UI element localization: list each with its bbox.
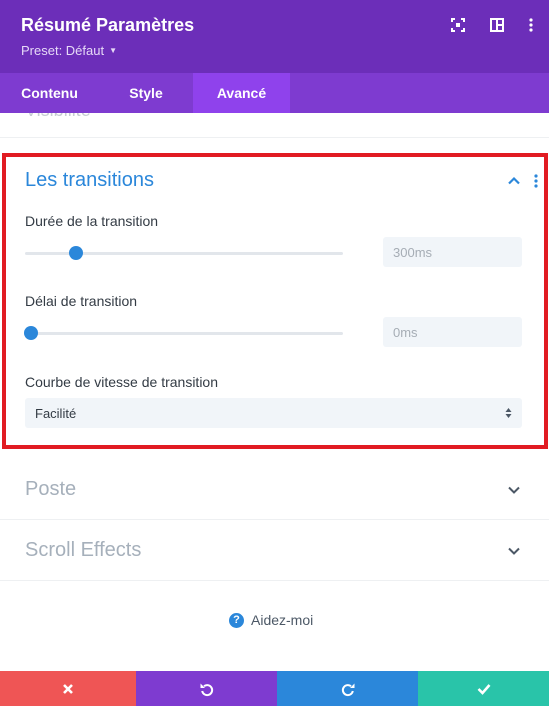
curve-select[interactable]: Facilité	[25, 398, 522, 428]
chevron-down-icon[interactable]	[506, 482, 522, 498]
delay-label: Délai de transition	[25, 293, 138, 309]
modal-header: Résumé Paramètres Preset: Défaut ▼	[0, 0, 549, 73]
footer-actions	[0, 671, 549, 706]
chevron-down-icon[interactable]	[506, 543, 522, 559]
close-icon	[63, 683, 73, 694]
tab-style[interactable]: Style	[99, 73, 193, 113]
section-title-scroll-effects[interactable]: Scroll Effects	[25, 539, 141, 562]
duration-slider[interactable]	[25, 246, 343, 260]
select-arrows-icon	[505, 407, 512, 419]
curve-label: Courbe de vitesse de transition	[25, 374, 218, 390]
redo-button[interactable]	[277, 671, 418, 706]
preset-selector[interactable]: Preset: Défaut ▼	[21, 43, 117, 58]
section-title-position[interactable]: Poste	[25, 478, 76, 501]
delay-slider[interactable]	[24, 326, 343, 340]
more-options-icon[interactable]	[523, 17, 539, 33]
check-icon	[477, 683, 490, 695]
question-icon: ?	[229, 612, 244, 628]
preset-label: Preset: Défaut	[21, 43, 105, 58]
undo-icon	[200, 683, 213, 696]
delay-input[interactable]: 0ms	[383, 317, 522, 347]
tab-advanced[interactable]: Avancé	[193, 73, 290, 113]
caret-down-icon: ▼	[109, 45, 118, 55]
curve-select-value: Facilité	[35, 405, 77, 421]
divider	[0, 519, 549, 520]
redo-icon	[341, 683, 354, 696]
section-options-icon[interactable]	[533, 173, 539, 189]
help-label: Aidez-moi	[251, 612, 314, 628]
modal-title: Résumé Paramètres	[21, 15, 195, 35]
duration-slider-thumb[interactable]	[68, 246, 83, 260]
undo-button[interactable]	[136, 671, 277, 706]
cancel-button[interactable]	[0, 671, 136, 706]
divider	[0, 580, 549, 581]
settings-panel[interactable]: Visibilité Les transitions Durée de la t…	[0, 113, 549, 670]
fullscreen-icon[interactable]	[450, 17, 466, 33]
chevron-up-icon[interactable]	[506, 173, 522, 189]
divider	[0, 137, 549, 138]
save-button[interactable]	[418, 671, 549, 706]
tab-content[interactable]: Contenu	[0, 73, 99, 113]
duration-input[interactable]: 300ms	[383, 237, 522, 267]
section-title-transitions[interactable]: Les transitions	[25, 169, 154, 192]
section-title-visibility[interactable]: Visibilité	[25, 113, 91, 121]
split-view-icon[interactable]	[489, 17, 505, 33]
help-link[interactable]: ? Aidez-moi	[229, 612, 313, 628]
duration-label: Durée de la transition	[25, 213, 159, 229]
tab-bar: Contenu Style Avancé	[0, 73, 549, 113]
